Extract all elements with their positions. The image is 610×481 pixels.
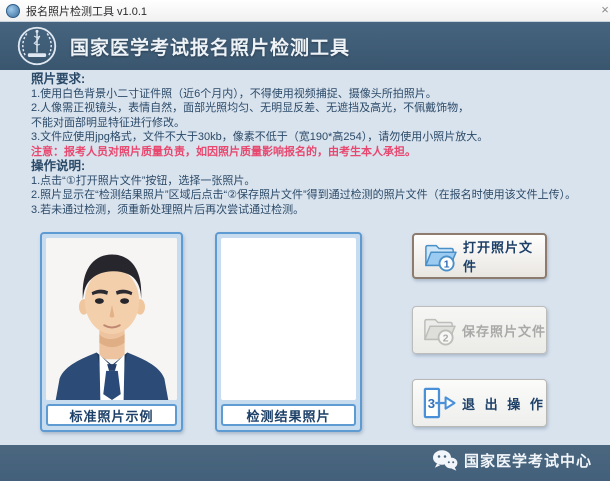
save-folder-icon: 2 <box>420 314 458 346</box>
wechat-icon <box>432 449 458 471</box>
open-folder-icon: 1 <box>421 240 459 272</box>
photo-check-tool-window: 报名照片检测工具 v1.0.1 × 国家医学考试报名照片检测工具 照片要求: 1… <box>0 0 610 481</box>
exit-button[interactable]: 3 退 出 操 作 <box>412 379 547 427</box>
title-bar[interactable]: 报名照片检测工具 v1.0.1 × <box>0 0 610 22</box>
header-banner: 国家医学考试报名照片检测工具 <box>0 22 610 70</box>
exit-button-label: 退 出 操 作 <box>462 394 546 413</box>
male-portrait-image <box>46 238 177 400</box>
requirement-line: 1.使用白色背景小二寸证件照（近6个月内），不得使用视频捕捉、摄像头所拍照片。 <box>31 87 606 101</box>
app-icon <box>6 4 20 18</box>
footer-brand: 国家医学考试中心 <box>432 449 592 471</box>
save-photo-button-label: 保存照片文件 <box>462 321 546 340</box>
nmec-emblem-icon <box>16 25 58 67</box>
requirement-line: 不能对面部明显特征进行修改。 <box>31 116 606 130</box>
sample-photo-label: 标准照片示例 <box>46 404 177 426</box>
instructions-heading: 操作说明: <box>31 159 606 174</box>
requirements-heading: 照片要求: <box>31 72 606 87</box>
result-photo-label: 检测结果照片 <box>221 404 356 426</box>
svg-text:3: 3 <box>428 396 435 411</box>
result-photo-frame: 检测结果照片 <box>215 232 362 432</box>
requirement-line: 3.文件应使用jpg格式，文件不大于30kb，像素不低于（宽190*高254），… <box>31 130 606 144</box>
info-text-block: 照片要求: 1.使用白色背景小二寸证件照（近6个月内），不得使用视频捕捉、摄像头… <box>31 72 606 217</box>
notice-line: 注意：报考人员对照片质量负责，如因照片质量影响报名的，由考生本人承担。 <box>31 145 606 159</box>
close-icon[interactable]: × <box>596 1 610 19</box>
open-photo-button-label: 打开照片文件 <box>463 237 545 275</box>
footer-bar: 国家医学考试中心 <box>0 445 610 481</box>
save-photo-button[interactable]: 2 保存照片文件 <box>412 306 547 354</box>
exit-door-arrow-icon: 3 <box>420 387 458 419</box>
page-title: 国家医学考试报名照片检测工具 <box>70 33 350 60</box>
sample-portrait-photo <box>46 238 177 400</box>
requirement-line: 2.人像需正视镜头，表情自然，面部光照均匀、无明显反差、无遮挡及高光，不佩戴饰物… <box>31 101 606 115</box>
sample-photo-frame: 标准照片示例 <box>40 232 183 432</box>
footer-brand-text: 国家医学考试中心 <box>464 450 592 471</box>
window-title: 报名照片检测工具 v1.0.1 <box>26 3 147 19</box>
instruction-line: 3.若未通过检测，须重新处理照片后再次尝试通过检测。 <box>31 203 606 217</box>
svg-text:2: 2 <box>443 333 449 344</box>
instruction-line: 1.点击“①打开照片文件”按钮，选择一张照片。 <box>31 174 606 188</box>
instruction-line: 2.照片显示在“检测结果照片”区域后点击“②保存照片文件”得到通过检测的照片文件… <box>31 188 606 202</box>
result-photo-area <box>221 238 356 400</box>
open-photo-button[interactable]: 1 打开照片文件 <box>412 233 547 279</box>
svg-text:1: 1 <box>444 259 450 270</box>
